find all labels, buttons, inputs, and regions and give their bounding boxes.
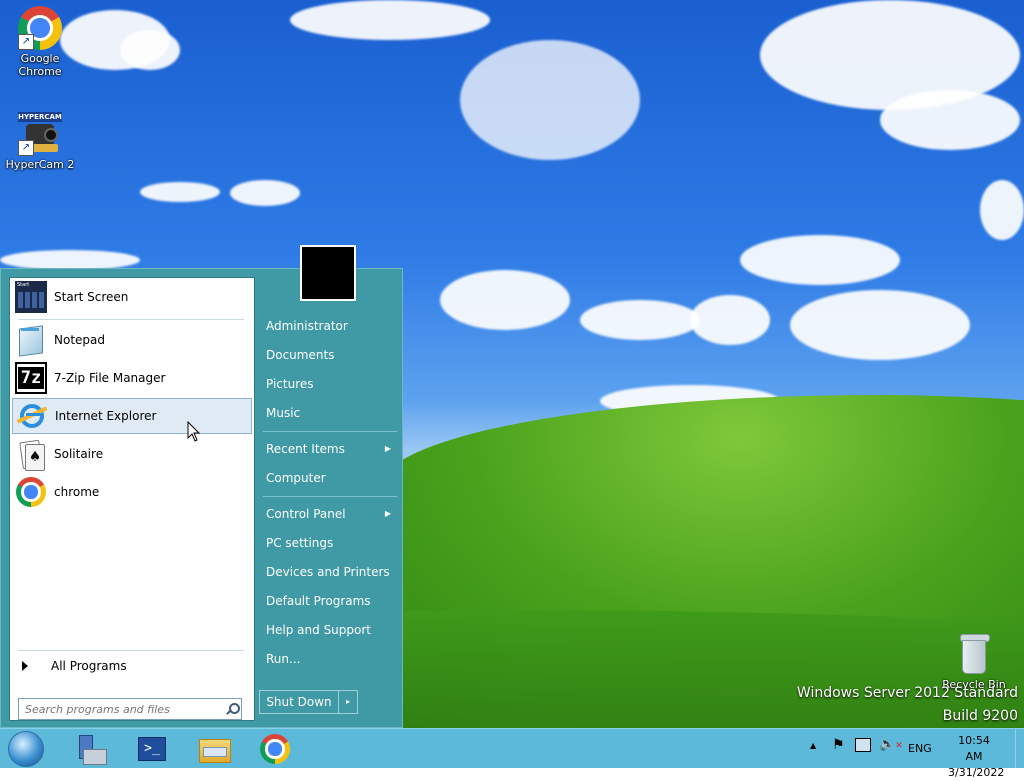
cloud xyxy=(440,270,570,330)
right-item-recent-items[interactable]: Recent Items ▶ xyxy=(259,436,397,462)
program-item-start-screen[interactable]: Start Start Screen xyxy=(12,279,252,315)
arrow-right-icon xyxy=(22,661,28,671)
program-item-7zip[interactable]: 7z 7-Zip File Manager xyxy=(12,360,252,396)
chrome-icon: ↗ xyxy=(18,6,62,50)
submenu-arrow-icon: ▶ xyxy=(384,509,391,518)
taskbar-server-manager[interactable] xyxy=(68,731,112,767)
separator xyxy=(18,650,244,651)
shutdown-options-button[interactable]: ▸ xyxy=(339,691,357,713)
program-label: Internet Explorer xyxy=(55,409,157,423)
ie-icon xyxy=(16,400,48,432)
desktop-icon-chrome[interactable]: ↗ Google Chrome xyxy=(2,6,78,78)
cloud xyxy=(230,180,300,206)
chrome-icon xyxy=(260,734,290,764)
right-item-control-panel[interactable]: Control Panel ▶ xyxy=(259,501,397,527)
start-menu: Start Start Screen Notepad 7z 7-Zip File… xyxy=(0,245,403,728)
cloud xyxy=(0,250,140,270)
hypercam-logo: HYPERCAM xyxy=(18,112,62,122)
cloud xyxy=(140,182,220,202)
start-button[interactable] xyxy=(4,731,48,767)
all-programs-label: All Programs xyxy=(51,659,127,673)
program-label: Start Screen xyxy=(54,290,129,304)
search-icon[interactable] xyxy=(225,702,240,716)
right-item-label: Recent Items xyxy=(266,442,345,456)
program-item-chrome[interactable]: chrome xyxy=(12,474,252,510)
cloud xyxy=(580,300,700,340)
network-icon[interactable] xyxy=(855,738,871,752)
cloud xyxy=(290,0,490,40)
right-item-pc-settings[interactable]: PC settings xyxy=(259,530,397,556)
all-programs-button[interactable]: All Programs xyxy=(12,654,252,678)
program-label: 7-Zip File Manager xyxy=(54,371,166,385)
program-item-solitaire[interactable]: ♠ Solitaire xyxy=(12,436,252,472)
taskbar: >_ ▲ ⚑ 🔈✕ ENG 10:54 AM 3/31/2022 xyxy=(0,728,1024,779)
chrome-icon xyxy=(15,476,47,508)
submenu-arrow-icon: ▶ xyxy=(384,444,391,453)
clock-time: 10:54 AM xyxy=(958,734,990,763)
shortcut-arrow-icon: ↗ xyxy=(18,34,34,50)
separator xyxy=(263,431,397,432)
show-desktop-button[interactable] xyxy=(1015,729,1024,768)
right-item-computer[interactable]: Computer xyxy=(259,465,397,491)
action-center-flag-icon[interactable]: ⚑ xyxy=(832,737,845,753)
cloud xyxy=(880,90,1020,150)
cloud xyxy=(460,40,640,160)
right-item-default-programs[interactable]: Default Programs xyxy=(259,588,397,614)
desktop-icon-recycle-bin[interactable]: Recycle Bin xyxy=(936,632,1012,691)
server-manager-icon xyxy=(73,733,107,765)
desktop-icon-label: Google Chrome xyxy=(18,52,62,78)
start-orb-icon xyxy=(8,731,44,767)
taskbar-chrome[interactable] xyxy=(253,731,297,767)
clock[interactable]: 10:54 AM 3/31/2022 xyxy=(948,733,1005,781)
shortcut-arrow-icon: ↗ xyxy=(18,140,34,156)
start-screen-icon-text: Start xyxy=(17,282,30,288)
os-watermark-line2: Build 9200 xyxy=(942,708,1018,724)
cloud xyxy=(120,30,180,70)
hypercam-icon: HYPERCAM ↗ xyxy=(18,112,62,156)
start-menu-programs-pane: Start Start Screen Notepad 7z 7-Zip File… xyxy=(9,277,255,721)
os-watermark-line1: Windows Server 2012 Standard xyxy=(796,685,1018,701)
right-item-run[interactable]: Run... xyxy=(259,646,397,672)
right-item-label: Control Panel xyxy=(266,507,346,521)
cloud xyxy=(980,180,1024,240)
right-item-administrator[interactable]: Administrator xyxy=(259,313,397,339)
solitaire-icon: ♠ xyxy=(15,438,47,471)
right-item-help-and-support[interactable]: Help and Support xyxy=(259,617,397,643)
search-input[interactable] xyxy=(23,701,223,717)
recycle-bin-icon xyxy=(956,632,992,676)
clock-date: 3/31/2022 xyxy=(948,766,1005,779)
program-label: Notepad xyxy=(54,333,105,347)
sevenzip-icon-text: 7z xyxy=(18,367,44,389)
file-explorer-icon xyxy=(197,735,231,763)
program-item-notepad[interactable]: Notepad xyxy=(12,322,252,358)
right-item-documents[interactable]: Documents xyxy=(259,342,397,368)
sevenzip-icon: 7z xyxy=(15,362,47,394)
right-item-music[interactable]: Music xyxy=(259,400,397,426)
taskbar-powershell[interactable]: >_ xyxy=(130,731,174,767)
tray-overflow-button[interactable]: ▲ xyxy=(810,741,816,750)
separator xyxy=(263,496,397,497)
program-label: chrome xyxy=(54,485,100,499)
cloud xyxy=(740,235,900,285)
right-item-devices-and-printers[interactable]: Devices and Printers xyxy=(259,559,397,585)
search-box[interactable] xyxy=(18,698,242,720)
right-item-pictures[interactable]: Pictures xyxy=(259,371,397,397)
powershell-icon: >_ xyxy=(138,737,166,761)
mouse-cursor-icon xyxy=(187,421,201,442)
shutdown-group: Shut Down ▸ xyxy=(259,690,358,714)
language-indicator[interactable]: ENG xyxy=(908,742,932,755)
shutdown-button[interactable]: Shut Down xyxy=(260,691,339,713)
taskbar-file-explorer[interactable] xyxy=(192,731,236,767)
cloud xyxy=(690,295,770,345)
start-screen-icon: Start xyxy=(15,281,47,313)
program-item-internet-explorer[interactable]: Internet Explorer xyxy=(12,398,252,434)
notepad-icon xyxy=(15,324,47,357)
desktop-icon-label: HyperCam 2 xyxy=(5,158,75,171)
program-label: Solitaire xyxy=(54,447,104,461)
separator xyxy=(18,319,244,320)
desktop-icon-hypercam[interactable]: HYPERCAM ↗ HyperCam 2 xyxy=(2,112,78,171)
volume-muted-icon[interactable]: 🔈✕ xyxy=(879,737,903,752)
user-picture[interactable] xyxy=(300,245,356,301)
cloud xyxy=(790,290,970,360)
